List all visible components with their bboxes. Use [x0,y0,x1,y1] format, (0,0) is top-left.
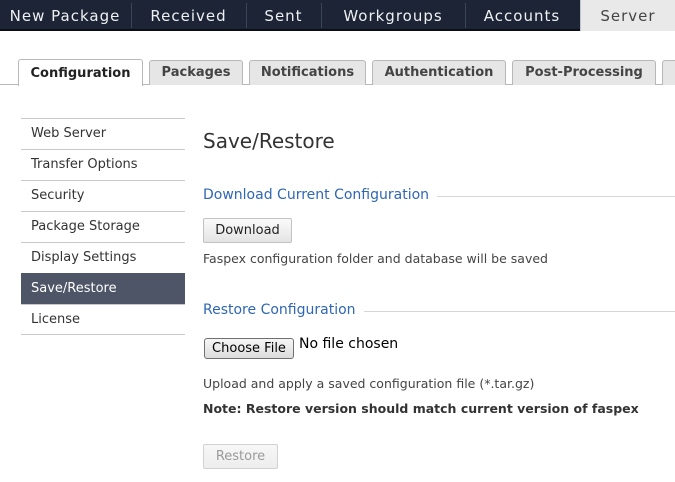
nav-workgroups[interactable]: Workgroups [322,0,464,31]
restore-help-text: Upload and apply a saved configuration f… [203,376,535,391]
nav-received[interactable]: Received [132,0,245,31]
file-status-text: No file chosen [299,336,399,352]
sidebar-item-package-storage[interactable]: Package Storage [21,211,185,242]
sidebar-item-license[interactable]: License [21,304,185,335]
nav-sent[interactable]: Sent [247,0,320,31]
top-navigation: New Package Received Sent Workgroups Acc… [0,0,675,31]
nav-server[interactable]: Server [580,0,675,31]
page-title: Save/Restore [203,129,335,153]
restore-version-note: Note: Restore version should match curre… [203,401,639,416]
tab-authentication[interactable]: Authentication [372,60,506,85]
sidebar-item-web-server[interactable]: Web Server [21,118,185,149]
sidebar-item-save-restore[interactable]: Save/Restore [21,273,185,304]
tab-packages[interactable]: Packages [149,60,243,85]
nav-accounts[interactable]: Accounts [466,0,578,31]
choose-file-button[interactable]: Choose File [204,338,294,359]
download-button[interactable]: Download [203,218,292,243]
tab-notifications[interactable]: Notifications [249,60,366,85]
restore-button[interactable]: Restore [203,444,278,469]
restore-section-title: Restore Configuration [203,302,364,318]
sidebar-item-display-settings[interactable]: Display Settings [21,242,185,273]
download-section-title: Download Current Configuration [203,187,438,203]
tab-post-processing[interactable]: Post-Processing [512,60,656,85]
nav-new-package[interactable]: New Package [0,0,130,31]
tab-overflow[interactable] [662,60,675,85]
download-help-text: Faspex configuration folder and database… [203,251,548,266]
tab-configuration[interactable]: Configuration [18,59,143,86]
sidebar-item-transfer-options[interactable]: Transfer Options [21,149,185,180]
sidebar-item-security[interactable]: Security [21,180,185,211]
settings-sidebar: Web Server Transfer Options Security Pac… [21,118,185,335]
